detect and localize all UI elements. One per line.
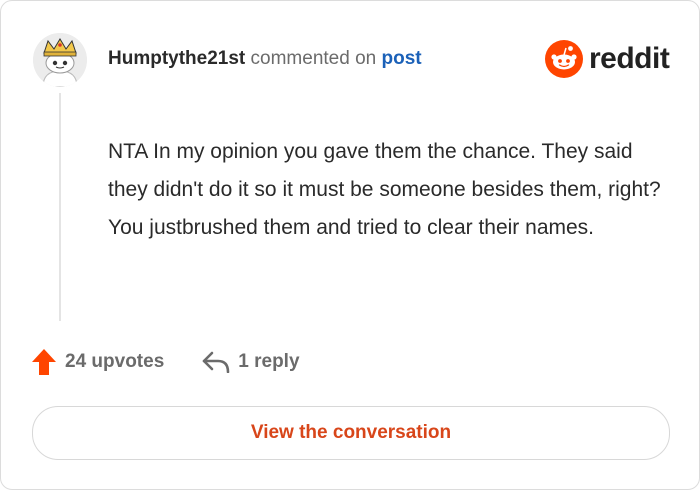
upvote-count: 24 upvotes	[65, 351, 165, 372]
commented-on-text: commented on	[250, 48, 377, 69]
reddit-snoo-icon	[545, 40, 583, 78]
reply-arrow-icon	[202, 351, 230, 373]
reply-count: 1 reply	[238, 351, 300, 372]
username-link[interactable]: Humptythe21st	[108, 48, 245, 69]
comment-header: Humptythe21st commented on post	[108, 47, 422, 71]
comment-actions: 24 upvotes 1 reply	[31, 348, 300, 376]
post-link[interactable]: post	[382, 48, 422, 69]
reddit-wordmark: reddit	[589, 42, 670, 75]
view-conversation-button[interactable]: View the conversation	[32, 406, 670, 460]
thread-line	[59, 93, 61, 321]
snoo-avatar-icon	[33, 33, 87, 87]
reply-button[interactable]: 1 reply	[202, 351, 300, 373]
comment-text: NTA In my opinion you gave them the chan…	[108, 140, 661, 239]
reddit-logo[interactable]: reddit	[545, 39, 670, 79]
avatar[interactable]	[33, 33, 87, 87]
upvote-arrow-icon	[32, 349, 56, 375]
comment-card: Humptythe21st commented on post reddit N…	[0, 0, 700, 490]
upvote-button[interactable]: 24 upvotes	[31, 348, 164, 376]
